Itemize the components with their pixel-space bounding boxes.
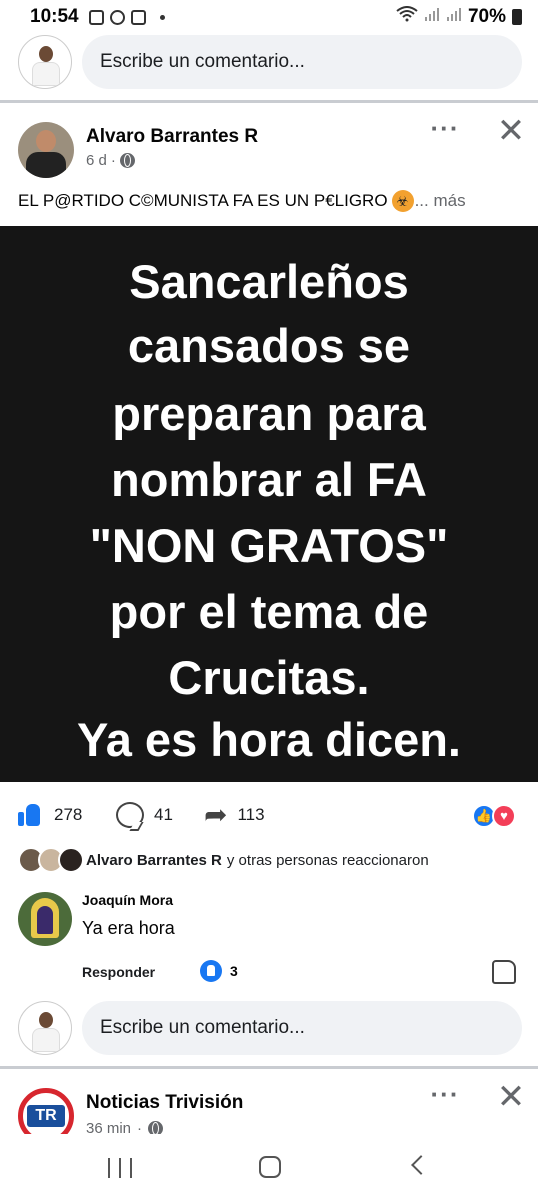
reactor-avatars [18, 847, 84, 873]
like-reaction-icon [200, 960, 222, 982]
image-text-line: "NON GRATOS" [89, 519, 449, 572]
like-button[interactable]: 278 [18, 802, 82, 828]
comment-icon [116, 802, 144, 828]
comment-input[interactable]: Escribe un comentario... [82, 1001, 522, 1055]
comment-like-icon[interactable] [492, 960, 516, 984]
author-avatar[interactable] [18, 122, 74, 178]
back-icon[interactable] [411, 1155, 431, 1175]
signal-icon [424, 6, 440, 28]
reactor-suffix: y otras personas reaccionaron [226, 851, 429, 869]
home-icon[interactable] [259, 1156, 281, 1178]
dot-icon [159, 14, 165, 20]
battery-percent: 70% [467, 6, 506, 27]
comment: Joaquín Mora Ya era hora Responder 3 [18, 890, 518, 990]
next-post-header: TR Noticias Trivisión 36 min · ··· ✕ [0, 1084, 538, 1134]
image-text-line: nombrar al FA [110, 453, 427, 506]
image-text-line: Sancarleños [129, 255, 409, 308]
biohazard-icon: ☣ [391, 190, 414, 212]
instagram-icon [130, 9, 146, 25]
globe-icon [148, 1121, 164, 1134]
image-text-line: Ya es hora dicen. [76, 713, 461, 766]
avatar [58, 847, 84, 873]
page-logo[interactable]: TR [18, 1088, 74, 1134]
image-text-line: preparan para [112, 387, 426, 440]
signal-icon [446, 6, 462, 28]
page-name[interactable]: Noticias Trivisión [86, 1092, 243, 1114]
reaction-summary[interactable]: 👍 ♥ [472, 804, 516, 828]
bottom-comment-composer: Escribe un comentario... [0, 996, 538, 1060]
comment-reactions[interactable]: 3 [200, 960, 238, 982]
post-text-body: EL P@RTIDO C©MUNISTA FA ES UN P€LIGRO [18, 191, 388, 210]
battery-icon [512, 9, 522, 25]
recents-icon[interactable] [108, 1158, 132, 1178]
post-time[interactable]: 36 min [86, 1120, 131, 1134]
notification-icons [88, 9, 165, 25]
more-options-button[interactable]: ··· [430, 1084, 460, 1112]
divider [0, 1066, 538, 1069]
reactor-name: Alvaro Barrantes R [86, 851, 222, 869]
comment-like-count: 3 [230, 963, 238, 979]
divider [0, 100, 538, 103]
share-button[interactable]: ➦ 113 [204, 799, 265, 830]
like-icon [18, 802, 44, 828]
top-comment-composer: Escribe un comentario... [0, 30, 538, 94]
post-actions: 278 41 ➦ 113 👍 ♥ [0, 796, 538, 836]
avatar[interactable] [18, 35, 72, 89]
comment-input[interactable]: Escribe un comentario... [82, 35, 522, 89]
post-image[interactable]: Sancarleños cansados se preparan para no… [0, 226, 538, 782]
post-header: Alvaro Barrantes R 6 d · ··· ✕ [0, 114, 538, 182]
share-icon: ➦ [204, 799, 228, 830]
comment-button[interactable]: 41 [116, 802, 173, 828]
like-count: 278 [54, 805, 83, 824]
meta-separator: · [110, 152, 116, 169]
close-icon[interactable]: ✕ [494, 1084, 528, 1114]
commenter-name[interactable]: Joaquín Mora [82, 892, 173, 908]
post-meta: 36 min · [86, 1120, 164, 1134]
avatar[interactable] [18, 1001, 72, 1055]
meta-separator: · [137, 1120, 143, 1134]
see-more-link[interactable]: ... más [415, 191, 466, 211]
status-bar: 10:54 70% [0, 0, 538, 34]
author-name[interactable]: Alvaro Barrantes R [86, 126, 258, 148]
image-text-line: cansados se [127, 319, 411, 372]
love-reaction-icon: ♥ [492, 804, 516, 828]
system-icons: 70% [396, 6, 522, 28]
comment-count: 41 [154, 805, 173, 824]
globe-icon [119, 153, 135, 168]
comment-text: Ya era hora [82, 918, 175, 938]
image-text-line: Crucitas. [168, 651, 370, 704]
post-meta: 6 d · [86, 152, 135, 169]
close-icon[interactable]: ✕ [494, 114, 528, 148]
system-nav-bar [0, 1136, 538, 1200]
reactions-row[interactable]: Alvaro Barrantes R y otras personas reac… [18, 846, 429, 874]
share-count: 113 [237, 805, 265, 824]
commenter-avatar[interactable] [18, 892, 72, 946]
more-options-button[interactable]: ··· [430, 115, 460, 146]
image-text-line: por el tema de [109, 585, 429, 638]
status-time: 10:54 [30, 6, 79, 27]
post-time[interactable]: 6 d [86, 152, 107, 169]
gallery-icon [88, 9, 104, 25]
reply-button[interactable]: Responder [82, 964, 155, 980]
wifi-icon [396, 6, 418, 28]
whatsapp-icon [109, 9, 125, 25]
post-text: EL P@RTIDO C©MUNISTA FA ES UN P€LIGRO ☣ … [18, 190, 466, 212]
